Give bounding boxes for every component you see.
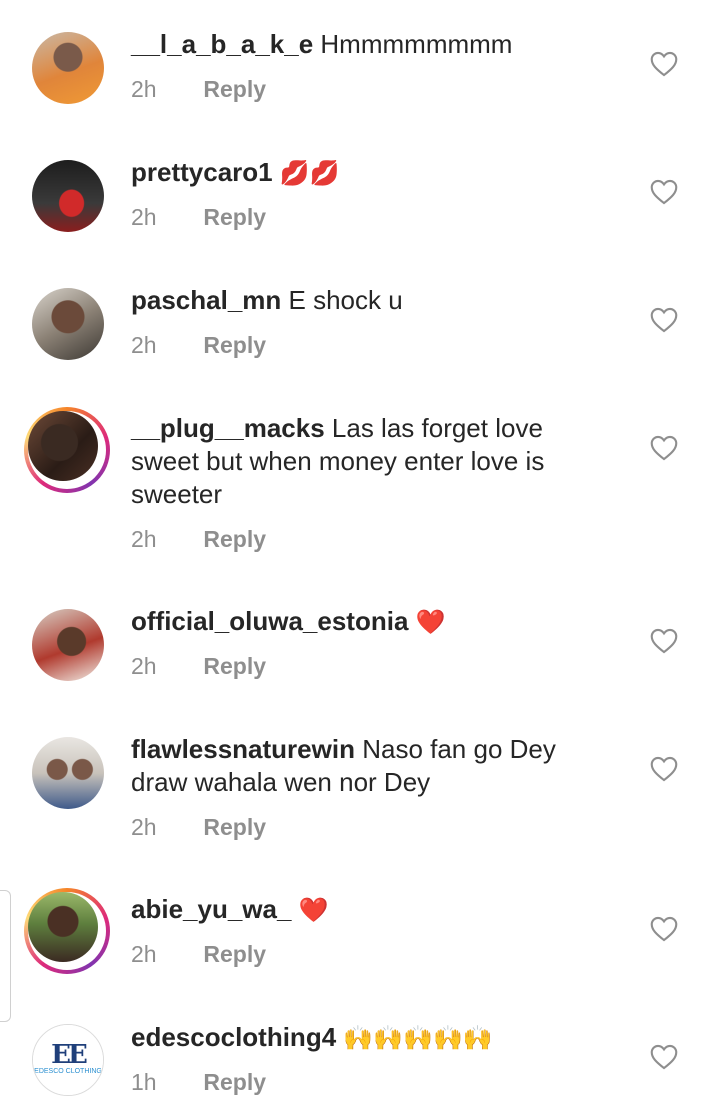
timestamp: 2h — [131, 76, 157, 102]
username[interactable]: paschal_mn — [131, 285, 281, 315]
reply-button[interactable]: Reply — [203, 814, 266, 840]
avatar[interactable] — [32, 609, 104, 681]
heart-icon[interactable] — [650, 307, 678, 333]
heart-icon[interactable] — [650, 756, 678, 782]
avatar-story-ring[interactable] — [24, 407, 110, 493]
heart-icon[interactable] — [650, 1044, 678, 1070]
logo-monogram: EE — [51, 1040, 88, 1070]
timestamp: 1h — [131, 1069, 157, 1095]
reply-button[interactable]: Reply — [203, 204, 266, 230]
username[interactable]: edescoclothing4 — [131, 1022, 336, 1052]
timestamp: 2h — [131, 526, 157, 552]
avatar[interactable] — [32, 288, 104, 360]
comment-text: 💋💋 — [279, 160, 340, 187]
brand-logo-icon: EE EDESCO CLOTHING — [33, 1025, 103, 1095]
comment-text: E shock u — [288, 285, 403, 315]
reply-button[interactable]: Reply — [203, 1069, 266, 1095]
timestamp: 2h — [131, 332, 157, 358]
username[interactable]: prettycaro1 — [131, 157, 273, 187]
side-edge-handle — [0, 890, 11, 1022]
timestamp: 2h — [131, 653, 157, 679]
comment-text: ❤️ — [415, 609, 446, 636]
comment-text: ❤️ — [298, 897, 329, 924]
username[interactable]: abie_yu_wa_ — [131, 894, 291, 924]
heart-icon[interactable] — [650, 916, 678, 942]
avatar[interactable] — [32, 160, 104, 232]
heart-icon[interactable] — [650, 435, 678, 461]
reply-button[interactable]: Reply — [203, 332, 266, 358]
avatar[interactable] — [32, 737, 104, 809]
comment-text: Hmmmmmmmm — [320, 29, 513, 59]
reply-button[interactable]: Reply — [203, 941, 266, 967]
comment-text: 🙌🙌🙌🙌🙌 — [343, 1025, 493, 1052]
reply-button[interactable]: Reply — [203, 526, 266, 552]
reply-button[interactable]: Reply — [203, 76, 266, 102]
logo-brand: EDESCO CLOTHING — [34, 1068, 102, 1075]
avatar-story-ring[interactable] — [24, 888, 110, 974]
avatar[interactable]: EE EDESCO CLOTHING — [32, 1024, 104, 1096]
heart-icon[interactable] — [650, 51, 678, 77]
heart-icon[interactable] — [650, 628, 678, 654]
timestamp: 2h — [131, 941, 157, 967]
timestamp: 2h — [131, 204, 157, 230]
heart-icon[interactable] — [650, 179, 678, 205]
timestamp: 2h — [131, 814, 157, 840]
avatar[interactable] — [32, 32, 104, 104]
username[interactable]: __plug__macks — [131, 413, 325, 443]
username[interactable]: official_oluwa_estonia — [131, 606, 408, 636]
username[interactable]: flawlessnaturewin — [131, 734, 355, 764]
reply-button[interactable]: Reply — [203, 653, 266, 679]
username[interactable]: __l_a_b_a_k_e — [131, 29, 313, 59]
